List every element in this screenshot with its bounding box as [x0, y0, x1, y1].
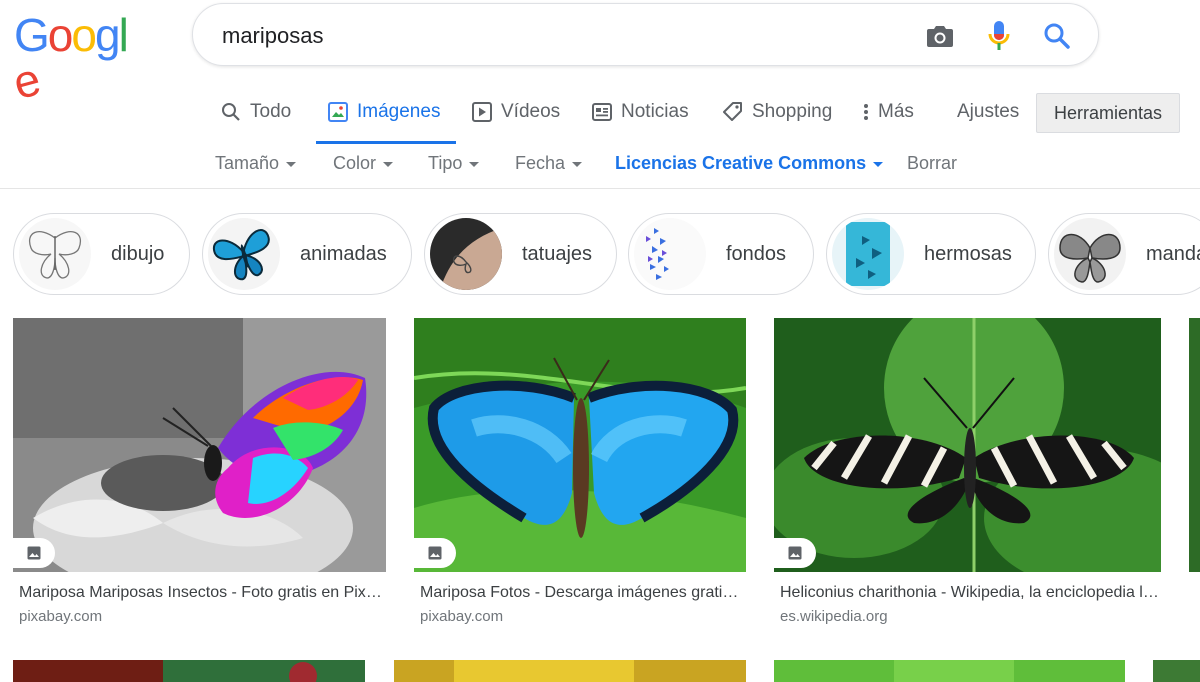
chip-thumbnail: [430, 218, 502, 290]
logo-letter: g: [94, 9, 121, 61]
result-title[interactable]: Mariposa Fotos - Descarga imágenes grati…: [414, 584, 746, 602]
tab-noticias[interactable]: Noticias: [592, 90, 689, 144]
more-vert-icon: [862, 102, 870, 122]
chip-thumbnail: [19, 218, 91, 290]
logo-letter: o: [71, 9, 97, 61]
result-image[interactable]: [414, 318, 746, 572]
chip-label: manda: [1146, 242, 1200, 265]
tab-todo[interactable]: Todo: [221, 90, 291, 144]
image-icon: [788, 546, 802, 560]
tools-button[interactable]: Herramientas: [1036, 93, 1180, 133]
tools-label: Herramientas: [1053, 102, 1163, 123]
news-icon: [592, 102, 612, 122]
chip-label: fondos: [726, 242, 787, 265]
chip-label: hermosas: [924, 242, 1012, 265]
chip-dibujo[interactable]: dibujo: [13, 213, 190, 295]
filter-color[interactable]: Color: [333, 153, 394, 174]
image-result-partial[interactable]: [1189, 318, 1200, 572]
image-result[interactable]: Heliconius charithonia - Wikipedia, la e…: [774, 318, 1161, 625]
filter-label: Color: [333, 153, 377, 173]
result-image-next-row[interactable]: [13, 660, 365, 682]
result-source[interactable]: es.wikipedia.org: [774, 608, 1161, 625]
image-icon: [27, 546, 41, 560]
caret-down-icon: [873, 162, 884, 167]
tag-icon: [723, 102, 743, 122]
tab-label: Imágenes: [357, 101, 441, 122]
search-icon: [221, 102, 241, 122]
image-badge: [13, 538, 55, 568]
result-image[interactable]: [13, 318, 386, 572]
filter-size[interactable]: Tamaño: [215, 153, 297, 174]
image-badge: [774, 538, 816, 568]
chip-thumbnail: [832, 218, 904, 290]
caret-down-icon: [286, 162, 297, 167]
result-image-next-row[interactable]: [774, 660, 1125, 682]
chip-thumbnail: [208, 218, 280, 290]
chip-hermosas[interactable]: hermosas: [826, 213, 1036, 295]
chip-tatuajes[interactable]: tatuajes: [424, 213, 617, 295]
tab-label: Todo: [250, 101, 292, 122]
filter-label: Licencias Creative Commons: [615, 153, 867, 173]
tab-mas[interactable]: Más: [862, 90, 914, 144]
filter-label: Borrar: [907, 153, 958, 173]
mic-icon[interactable]: [983, 20, 1015, 52]
tab-label: Más: [878, 101, 914, 122]
logo-letter: G: [14, 9, 50, 61]
tab-label: Noticias: [621, 101, 689, 122]
tab-videos[interactable]: Vídeos: [472, 90, 560, 144]
image-result[interactable]: Mariposa Mariposas Insectos - Foto grati…: [13, 318, 386, 625]
search-icon[interactable]: [1041, 20, 1073, 52]
filter-date[interactable]: Fecha: [515, 153, 583, 174]
image-result[interactable]: Mariposa Fotos - Descarga imágenes grati…: [414, 318, 746, 625]
image-badge: [414, 538, 456, 568]
google-logo[interactable]: Google: [8, 9, 144, 109]
search-tabs: Todo Imágenes Vídeos Noticias Shopping M…: [0, 90, 1200, 144]
result-image[interactable]: [774, 318, 1161, 572]
settings-link[interactable]: Ajustes: [957, 90, 1019, 144]
filter-label: Tipo: [428, 153, 463, 173]
caret-down-icon: [469, 162, 480, 167]
tab-shopping[interactable]: Shopping: [723, 90, 832, 144]
result-image-next-row[interactable]: [1153, 660, 1200, 682]
filter-bar: Tamaño Color Tipo Fecha Licencias Creati…: [0, 145, 1200, 189]
result-title[interactable]: Heliconius charithonia - Wikipedia, la e…: [774, 584, 1161, 602]
chip-mandalas[interactable]: manda: [1048, 213, 1200, 295]
result-source[interactable]: pixabay.com: [414, 608, 746, 625]
chip-thumbnail: [1054, 218, 1126, 290]
tab-label: Vídeos: [501, 101, 561, 122]
result-source[interactable]: pixabay.com: [13, 608, 386, 625]
filter-type[interactable]: Tipo: [428, 153, 480, 174]
chip-label: tatuajes: [522, 242, 593, 265]
chip-label: dibujo: [111, 242, 165, 265]
filter-license[interactable]: Licencias Creative Commons: [615, 153, 884, 174]
filter-clear[interactable]: Borrar: [907, 153, 957, 174]
image-icon: [428, 546, 442, 560]
tab-imagenes[interactable]: Imágenes: [315, 90, 457, 144]
search-input[interactable]: [222, 21, 862, 51]
chip-animadas[interactable]: animadas: [202, 213, 412, 295]
chip-thumbnail: [634, 218, 706, 290]
chip-label: animadas: [300, 242, 387, 265]
caret-down-icon: [572, 162, 583, 167]
play-icon: [472, 102, 492, 122]
camera-icon[interactable]: [924, 20, 956, 52]
search-box: [192, 3, 1099, 66]
result-image-next-row[interactable]: [394, 660, 746, 682]
logo-letter: o: [47, 9, 74, 61]
caret-down-icon: [383, 162, 394, 167]
logo-letter: l: [118, 9, 129, 61]
result-title[interactable]: Mariposa Mariposas Insectos - Foto grati…: [13, 584, 386, 602]
filter-label: Fecha: [515, 153, 566, 173]
chip-fondos[interactable]: fondos: [628, 213, 814, 295]
filter-label: Tamaño: [215, 153, 280, 173]
settings-label: Ajustes: [957, 101, 1020, 122]
image-icon: [328, 102, 348, 122]
result-image[interactable]: [1189, 318, 1200, 572]
tab-label: Shopping: [752, 101, 833, 122]
